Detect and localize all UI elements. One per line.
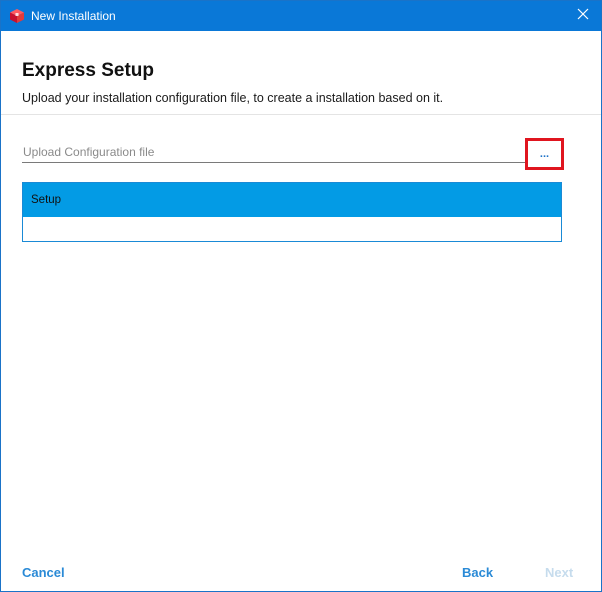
- next-button[interactable]: Next: [545, 565, 573, 580]
- setup-list-header: Setup: [23, 183, 561, 217]
- page-header: Express Setup Upload your installation c…: [1, 31, 601, 115]
- close-button[interactable]: [571, 4, 595, 28]
- red-box-icon: [9, 8, 25, 24]
- window-title: New Installation: [31, 9, 116, 23]
- close-icon: [577, 7, 589, 25]
- title-bar[interactable]: New Installation: [1, 1, 601, 31]
- cancel-button[interactable]: Cancel: [22, 565, 65, 580]
- upload-configuration-input[interactable]: [22, 141, 526, 163]
- page-title: Express Setup: [22, 60, 154, 81]
- new-installation-window: New Installation Express Setup Upload yo…: [0, 0, 602, 592]
- back-button[interactable]: Back: [462, 565, 493, 580]
- setup-list[interactable]: Setup: [22, 182, 562, 242]
- page-subtitle: Upload your installation configuration f…: [22, 91, 444, 105]
- browse-button[interactable]: ...: [525, 138, 564, 170]
